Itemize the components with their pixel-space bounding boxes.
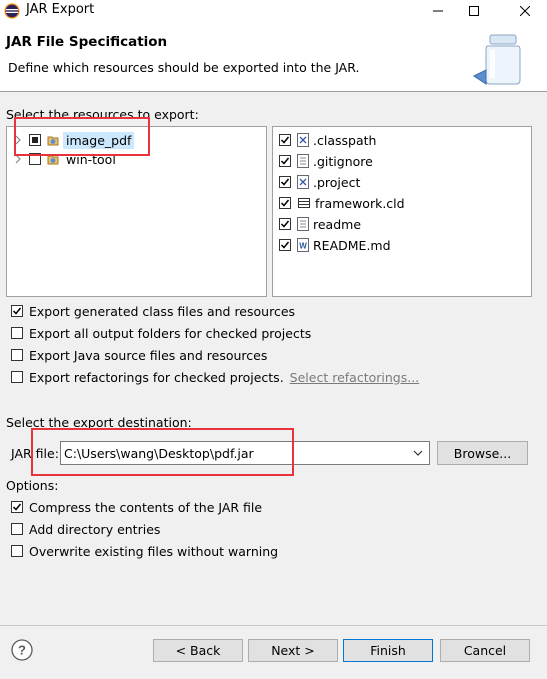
title-bar: JAR Export <box>0 0 547 22</box>
overwrite-option[interactable]: Overwrite existing files without warning <box>11 541 278 561</box>
checkbox[interactable] <box>11 523 23 535</box>
list-item[interactable]: .gitignore <box>279 151 373 171</box>
checkbox[interactable] <box>279 197 291 209</box>
checkbox[interactable] <box>279 134 291 146</box>
option-label: Export all output folders for checked pr… <box>29 325 312 341</box>
list-item-label: .gitignore <box>313 153 373 169</box>
browse-button-label: Browse... <box>453 445 512 461</box>
checkbox[interactable] <box>11 305 23 317</box>
option-label: Export Java source files and resources <box>29 347 268 363</box>
wizard-header: JAR File Specification Define which reso… <box>0 22 547 92</box>
next-button[interactable]: Next > <box>248 639 338 662</box>
svg-text:W: W <box>299 242 307 251</box>
option-label: Export refactorings for checked projects… <box>29 369 284 385</box>
jar-banner-icon <box>473 34 521 85</box>
checkbox[interactable] <box>11 327 23 339</box>
select-refactorings-link[interactable]: Select refactorings... <box>290 370 419 385</box>
finish-button-label: Finish <box>370 643 406 658</box>
minimize-icon <box>433 10 443 12</box>
checkbox[interactable] <box>11 501 23 513</box>
close-button[interactable] <box>503 0 547 22</box>
cancel-button[interactable]: Cancel <box>440 639 530 662</box>
close-icon <box>520 6 530 16</box>
xml-file-icon <box>297 133 309 147</box>
export-refactorings-option[interactable]: Export refactorings for checked projects… <box>11 367 419 387</box>
highlight-box-project <box>14 117 150 156</box>
word-file-icon: W <box>297 238 309 252</box>
checkbox[interactable] <box>279 239 291 251</box>
text-file-icon <box>297 217 309 231</box>
option-label: Add directory entries <box>29 521 161 537</box>
maximize-icon <box>469 6 479 16</box>
list-item[interactable]: framework.cld <box>279 193 405 213</box>
next-button-label: Next > <box>271 643 315 658</box>
export-class-files-option[interactable]: Export generated class files and resourc… <box>11 301 295 321</box>
checkbox[interactable] <box>11 371 23 383</box>
maximize-button[interactable] <box>452 0 496 22</box>
export-output-folders-option[interactable]: Export all output folders for checked pr… <box>11 323 311 343</box>
checkbox[interactable] <box>279 218 291 230</box>
option-label: Overwrite existing files without warning <box>29 543 279 559</box>
list-item-label: readme <box>313 216 362 232</box>
cancel-button-label: Cancel <box>463 643 507 658</box>
option-label: Export generated class files and resourc… <box>29 303 296 319</box>
window-title: JAR Export <box>26 2 95 17</box>
export-java-source-option[interactable]: Export Java source files and resources <box>11 345 267 365</box>
back-button[interactable]: < Back <box>153 639 243 662</box>
list-item-label: .project <box>313 174 361 190</box>
checkbox[interactable] <box>11 545 23 557</box>
option-label: Compress the contents of the JAR file <box>29 499 263 515</box>
eclipse-app-icon <box>4 3 20 19</box>
finish-button[interactable]: Finish <box>343 639 433 662</box>
chevron-down-icon[interactable] <box>413 449 423 457</box>
browse-button[interactable]: Browse... <box>437 441 528 465</box>
add-directory-entries-option[interactable]: Add directory entries <box>11 519 160 539</box>
list-item[interactable]: W README.md <box>279 235 391 255</box>
checkbox[interactable] <box>11 349 23 361</box>
list-item[interactable]: .project <box>279 172 360 192</box>
svg-text:?: ? <box>18 643 26 658</box>
page-title: JAR File Specification <box>6 34 168 50</box>
highlight-box-jar-file <box>31 428 294 476</box>
text-file-icon <box>297 154 309 168</box>
list-item-label: framework.cld <box>315 195 405 211</box>
table-file-icon <box>298 198 310 208</box>
checkbox[interactable] <box>279 176 291 188</box>
question-mark-icon[interactable]: ? <box>11 639 33 661</box>
page-description: Define which resources should be exporte… <box>8 60 360 75</box>
file-list[interactable]: .classpath .gitignore .project framework… <box>272 126 532 297</box>
options-label: Options: <box>6 478 59 493</box>
list-item-label: README.md <box>313 237 391 253</box>
list-item-label: .classpath <box>313 132 377 148</box>
xml-file-icon <box>297 175 309 189</box>
compress-option[interactable]: Compress the contents of the JAR file <box>11 497 262 517</box>
list-item[interactable]: readme <box>279 214 361 234</box>
list-item[interactable]: .classpath <box>279 130 376 150</box>
footer-divider <box>0 625 547 626</box>
checkbox[interactable] <box>279 155 291 167</box>
back-button-label: < Back <box>175 643 221 658</box>
